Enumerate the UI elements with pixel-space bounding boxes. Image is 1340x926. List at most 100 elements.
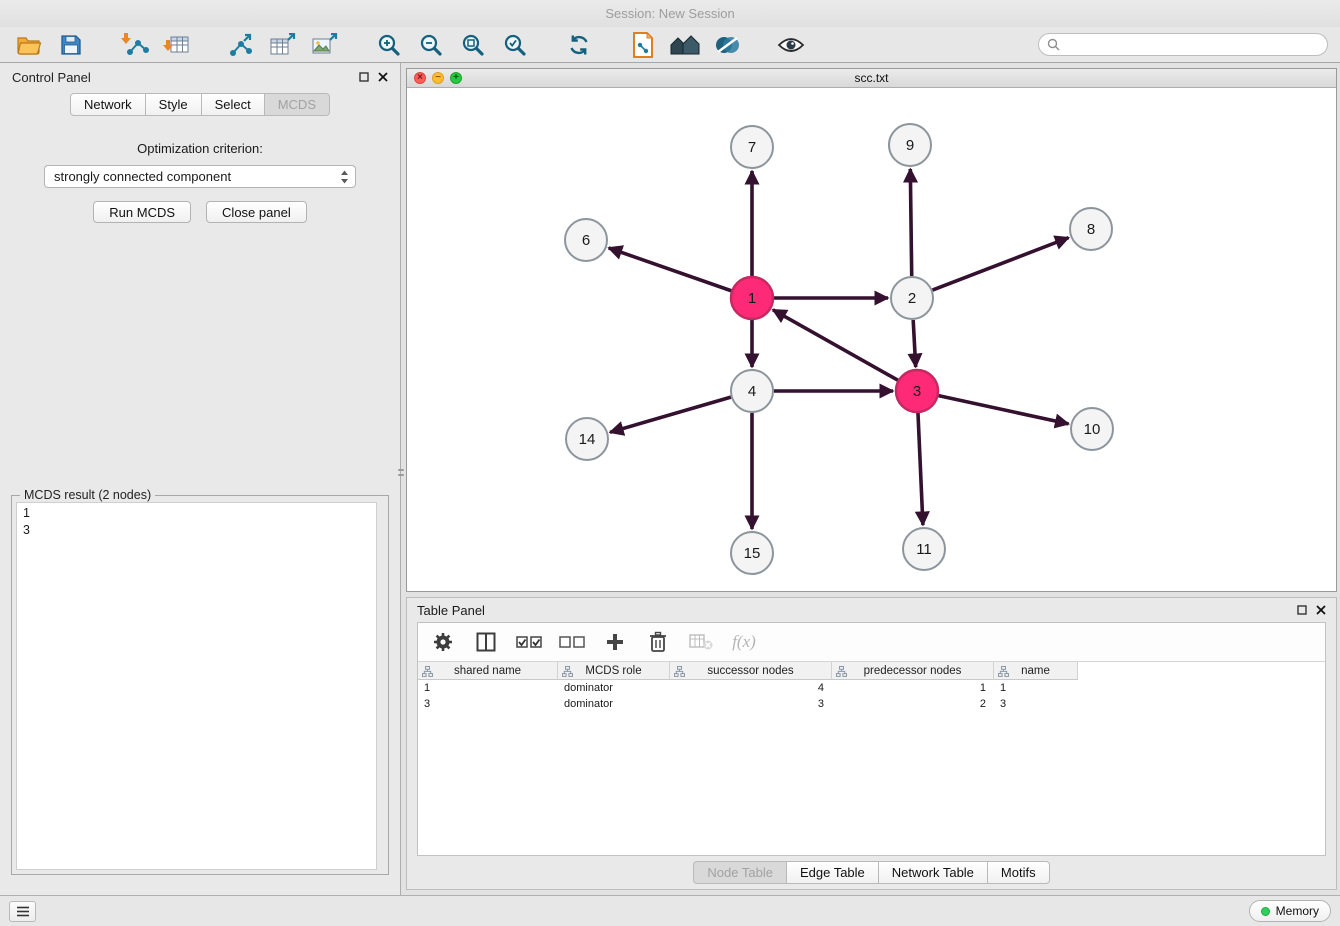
delete-row-button[interactable]: [645, 628, 671, 656]
memory-button[interactable]: Memory: [1249, 900, 1331, 922]
zoom-selected-button[interactable]: [498, 30, 531, 60]
first-neighbors-button[interactable]: [626, 30, 659, 60]
node-6[interactable]: 6: [565, 219, 607, 261]
node-14[interactable]: 14: [566, 418, 608, 460]
table-panel-header: Table Panel: [407, 598, 1336, 622]
tab-node-table[interactable]: Node Table: [693, 861, 787, 884]
hamburger-icon: [16, 906, 30, 917]
edge-2-3[interactable]: [913, 320, 916, 367]
import-network-button[interactable]: [118, 30, 151, 60]
delete-table-button[interactable]: [688, 628, 714, 656]
column-header-shared-name[interactable]: shared name: [418, 662, 558, 680]
node-3[interactable]: 3: [896, 370, 938, 412]
tab-network[interactable]: Network: [70, 93, 146, 116]
search-input[interactable]: [1065, 38, 1319, 52]
refresh-layout-button[interactable]: [562, 30, 595, 60]
export-network-button[interactable]: [224, 30, 257, 60]
table-row[interactable]: 3dominator323: [418, 696, 1325, 712]
control-panel-float-button[interactable]: [359, 72, 369, 82]
edge-2-9[interactable]: [910, 169, 911, 276]
network-canvas[interactable]: 7 9 6 8 1 2 4 3 14 10 15 11: [407, 88, 1336, 591]
zoom-in-button[interactable]: [372, 30, 405, 60]
network-graph: 7 9 6 8 1 2 4 3 14 10 15 11: [407, 88, 1335, 591]
cell-successor-nodes[interactable]: 4: [670, 680, 832, 696]
search-field[interactable]: [1038, 33, 1328, 56]
node-1[interactable]: 1: [731, 277, 773, 319]
cell-shared-name[interactable]: 1: [418, 680, 558, 696]
column-visibility-button[interactable]: [473, 628, 499, 656]
node-2[interactable]: 2: [891, 277, 933, 319]
run-mcds-button[interactable]: Run MCDS: [93, 201, 191, 223]
open-session-button[interactable]: [12, 30, 45, 60]
mcds-result-line: 1: [23, 505, 370, 522]
table-panel-title: Table Panel: [417, 603, 485, 618]
control-panel-close-button[interactable]: [378, 72, 388, 82]
edge-2-8[interactable]: [933, 238, 1069, 290]
table-panel-close-button[interactable]: [1316, 605, 1326, 615]
cell-mcds-role[interactable]: dominator: [558, 696, 670, 712]
tab-select[interactable]: Select: [202, 93, 265, 116]
tab-network-table[interactable]: Network Table: [879, 861, 988, 884]
criterion-dropdown[interactable]: strongly connected component: [44, 165, 356, 188]
tab-motifs[interactable]: Motifs: [988, 861, 1050, 884]
main-area: Control Panel NetworkStyleSelectMCDS Opt…: [0, 63, 1340, 895]
mcds-result-list[interactable]: 13: [16, 502, 377, 870]
window-zoom-button[interactable]: +: [450, 72, 462, 84]
tab-edge-table[interactable]: Edge Table: [787, 861, 879, 884]
window-close-button[interactable]: ×: [414, 72, 426, 84]
deselect-all-button[interactable]: [559, 628, 585, 656]
table-settings-button[interactable]: [430, 628, 456, 656]
node-7[interactable]: 7: [731, 126, 773, 168]
table-row[interactable]: 1dominator411: [418, 680, 1325, 696]
export-image-button[interactable]: [308, 30, 341, 60]
cell-predecessor-nodes[interactable]: 1: [832, 680, 994, 696]
add-row-button[interactable]: [602, 628, 628, 656]
node-8[interactable]: 8: [1070, 208, 1112, 250]
function-builder-button[interactable]: f(x): [731, 628, 757, 656]
show-hide-button[interactable]: [774, 30, 807, 60]
panel-splitter[interactable]: [396, 463, 405, 481]
tab-mcds[interactable]: MCDS: [265, 93, 330, 116]
select-all-button[interactable]: [516, 628, 542, 656]
cell-predecessor-nodes[interactable]: 2: [832, 696, 994, 712]
home-button[interactable]: [668, 30, 701, 60]
window-minimize-button[interactable]: −: [432, 72, 444, 84]
main-toolbar: [0, 27, 1340, 63]
cell-name[interactable]: 3: [994, 696, 1078, 712]
style-icon: [714, 34, 740, 56]
control-panel: Control Panel NetworkStyleSelectMCDS Opt…: [0, 63, 401, 895]
node-4[interactable]: 4: [731, 370, 773, 412]
edge-4-14[interactable]: [610, 397, 731, 432]
style-button[interactable]: [710, 30, 743, 60]
close-panel-button[interactable]: Close panel: [206, 201, 307, 223]
edge-3-11[interactable]: [918, 413, 923, 525]
table-panel-float-button[interactable]: [1297, 605, 1307, 615]
import-table-button[interactable]: [160, 30, 193, 60]
node-9[interactable]: 9: [889, 124, 931, 166]
node-15[interactable]: 15: [731, 532, 773, 574]
cell-mcds-role[interactable]: dominator: [558, 680, 670, 696]
home-icon: [669, 33, 700, 57]
column-header-successor-nodes[interactable]: successor nodes: [670, 662, 832, 680]
status-menu-button[interactable]: [9, 901, 36, 922]
node-10[interactable]: 10: [1071, 408, 1113, 450]
cell-shared-name[interactable]: 3: [418, 696, 558, 712]
zoom-fit-button[interactable]: [456, 30, 489, 60]
cell-name[interactable]: 1: [994, 680, 1078, 696]
edge-3-1[interactable]: [773, 310, 898, 380]
edge-1-6[interactable]: [609, 248, 732, 291]
export-table-button[interactable]: [266, 30, 299, 60]
node-11[interactable]: 11: [903, 528, 945, 570]
zoom-out-button[interactable]: [414, 30, 447, 60]
save-session-button[interactable]: [54, 30, 87, 60]
gear-icon: [432, 631, 454, 653]
table-panel-tabbar: Node TableEdge TableNetwork TableMotifs: [407, 856, 1336, 889]
edge-3-10[interactable]: [938, 396, 1068, 424]
column-header-predecessor-nodes[interactable]: predecessor nodes: [832, 662, 994, 680]
close-icon: [1316, 605, 1326, 615]
tab-style[interactable]: Style: [146, 93, 202, 116]
cell-successor-nodes[interactable]: 3: [670, 696, 832, 712]
column-header-name[interactable]: name: [994, 662, 1078, 680]
column-header-mcds-role[interactable]: MCDS role: [558, 662, 670, 680]
network-view-window: × − + scc.txt 7968124314101511: [406, 68, 1337, 592]
